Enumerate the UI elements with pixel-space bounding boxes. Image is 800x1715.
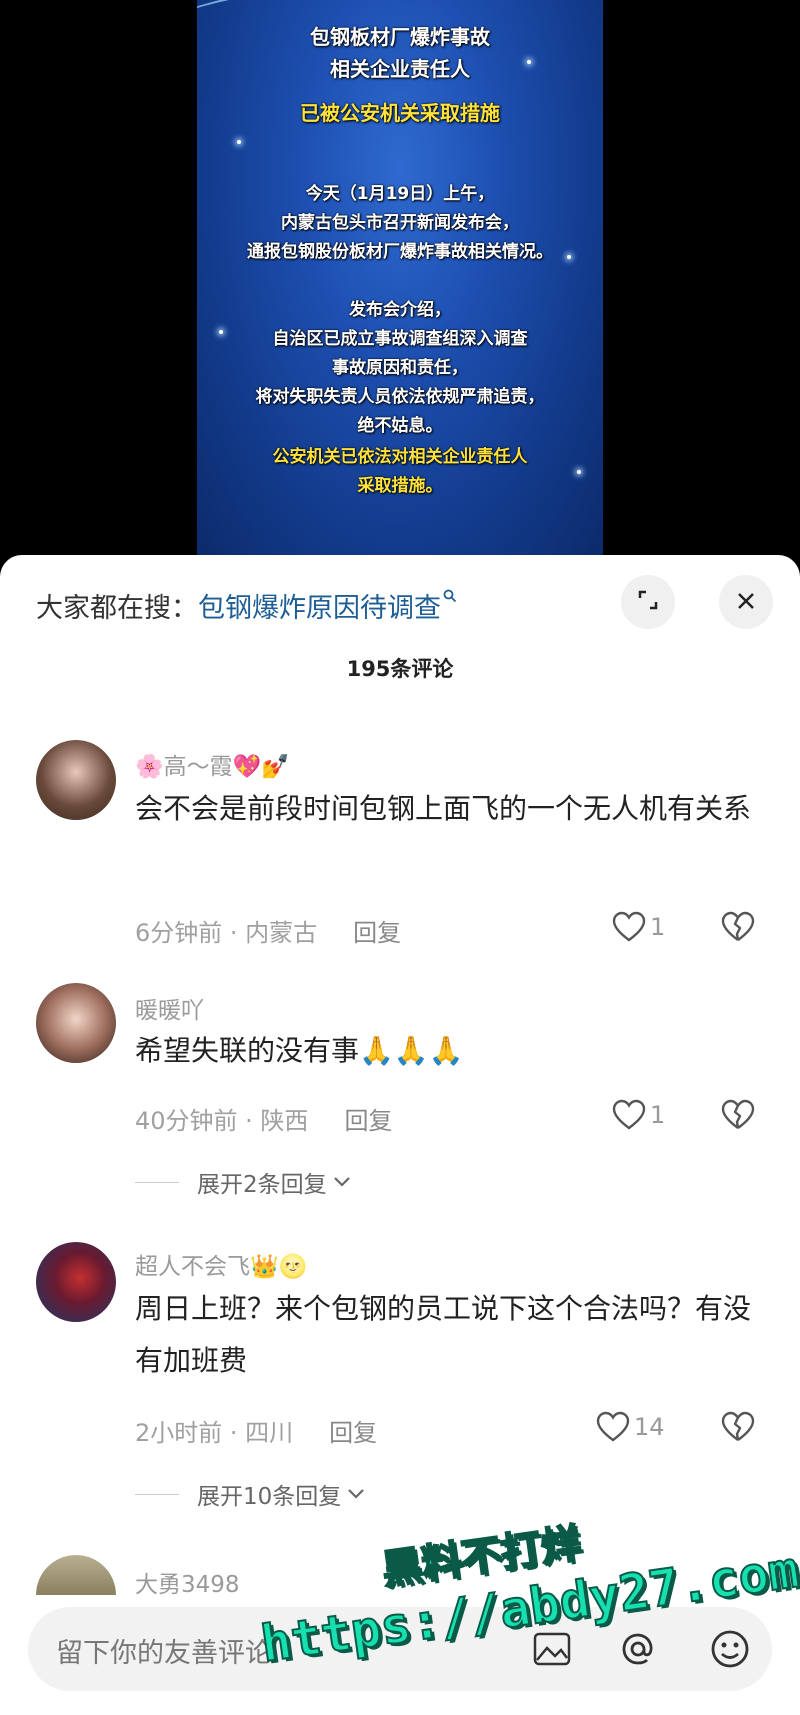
mention-icon[interactable] [616,1627,660,1671]
comment-time-location: 40分钟前 · 陕西 [135,1107,309,1135]
comment-time-location: 6分钟前 · 内蒙古 [135,919,318,947]
comment-input-bar[interactable]: 留下你的友善评论 [28,1607,772,1691]
avatar[interactable] [36,1242,116,1322]
comment-input[interactable]: 留下你的友善评论 [56,1631,272,1670]
comment-time-location: 2小时前 · 四川 [135,1419,294,1447]
search-icon [443,588,457,607]
expand-replies[interactable]: 展开10条回复 [135,1477,365,1511]
trending-search-prefix: 大家都在搜： [36,592,198,624]
chevron-down-icon [347,1484,365,1505]
video-body-line: 发布会介绍， [349,300,451,320]
avatar[interactable] [36,740,116,820]
video-headline-highlight: 已被公安机关采取措施 [300,101,500,125]
close-button[interactable] [719,575,773,629]
video-frame: 包钢板材厂爆炸事故 相关企业责任人 已被公安机关采取措施 今天（1月19日）上午… [197,0,603,560]
comment-meta: 40分钟前 · 陕西 回复 [135,1101,392,1136]
expand-icon [636,588,660,616]
comment-meta: 6分钟前 · 内蒙古 回复 [135,913,401,948]
comment-username[interactable]: 暖暖吖 [135,991,204,1025]
heart-icon [612,1099,646,1130]
like-count: 1 [650,1101,666,1129]
divider [135,1181,179,1183]
comment-sheet: 大家都在搜： 包钢爆炸原因待调查 195条评论 🌸高～霞💖💅 会不会是前段时间包… [0,555,800,1715]
video-headline-line: 包钢板材厂爆炸事故 [310,25,490,49]
image-icon[interactable] [530,1627,574,1671]
divider [135,1493,179,1495]
like-count: 14 [634,1413,665,1441]
dislike-button[interactable] [720,1411,756,1447]
avatar[interactable] [36,1555,116,1595]
comment-text: 希望失联的没有事🙏🙏🙏 [135,1034,464,1067]
comment-username[interactable]: 大勇3498 [135,1565,240,1599]
heart-icon [596,1411,630,1442]
trending-search[interactable]: 大家都在搜： 包钢爆炸原因待调查 [36,585,457,625]
broken-heart-icon [721,911,755,941]
broken-heart-icon [721,1099,755,1129]
avatar[interactable] [36,983,116,1063]
heart-icon [612,911,646,942]
video-body-line: 今天（1月19日）上午， [305,184,495,204]
video-body-line: 将对失职失责人员依法依规严肃追责， [255,387,545,407]
like-button[interactable]: 1 [612,911,665,943]
comment-username[interactable]: 超人不会飞👑🌝 [135,1247,307,1281]
video-body-line: 绝不姑息。 [357,416,443,436]
reply-button[interactable]: 回复 [329,1413,377,1448]
video-player[interactable]: 包钢板材厂爆炸事故 相关企业责任人 已被公安机关采取措施 今天（1月19日）上午… [0,0,800,560]
expand-replies-label: 展开10条回复 [197,1484,342,1510]
chevron-down-icon [333,1172,351,1193]
broken-heart-icon [721,1411,755,1441]
dislike-button[interactable] [720,911,756,947]
like-button[interactable]: 1 [612,1099,665,1131]
video-headline-line: 相关企业责任人 [330,57,470,81]
video-body-line: 内蒙古包头市召开新闻发布会， [281,213,519,233]
expand-replies-label: 展开2条回复 [197,1172,327,1198]
expand-button[interactable] [621,575,675,629]
video-body-line: 通报包钢股份板材厂爆炸事故相关情况。 [247,242,553,262]
like-count: 1 [650,913,666,941]
reply-button[interactable]: 回复 [344,1101,392,1136]
video-body-line: 事故原因和责任， [332,358,468,378]
sparkle [237,140,241,144]
video-body-highlight: 公安机关已依法对相关企业责任人 [272,447,528,467]
comment-count: 195条评论 [346,657,454,681]
reply-button[interactable]: 回复 [353,913,401,948]
trending-search-term[interactable]: 包钢爆炸原因待调查 [198,586,441,625]
dislike-button[interactable] [720,1099,756,1135]
expand-replies[interactable]: 展开2条回复 [135,1165,351,1199]
comment-text: 会不会是前段时间包钢上面飞的一个无人机有关系 [135,792,752,825]
like-button[interactable]: 14 [596,1411,665,1443]
video-body-line: 自治区已成立事故调查组深入调查 [272,329,528,349]
comment-meta: 2小时前 · 四川 回复 [135,1413,377,1448]
emoji-icon[interactable] [708,1627,752,1671]
close-icon [735,586,757,619]
comment-text: 周日上班？来个包钢的员工说下这个合法吗？有没有加班费 [135,1292,752,1377]
video-body-highlight: 采取措施。 [357,476,443,496]
comment-username[interactable]: 🌸高～霞💖💅 [135,747,290,781]
